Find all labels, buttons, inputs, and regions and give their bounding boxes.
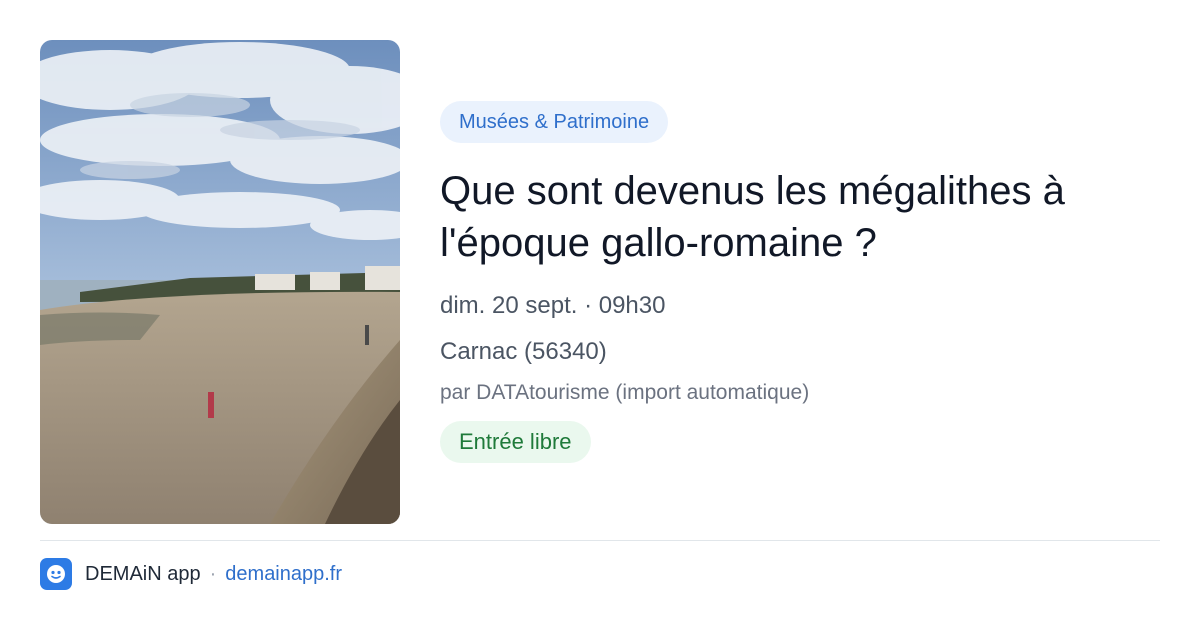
event-photo [40, 40, 400, 524]
event-date: dim. 20 sept. · 09h30 [440, 292, 666, 319]
demain-app-icon [40, 558, 72, 590]
category-badge[interactable]: Musées & Patrimoine [440, 101, 669, 143]
price-badge: Entrée libre [440, 421, 591, 463]
footer-divider [40, 540, 1160, 541]
app-url-link[interactable]: demainapp.fr [225, 563, 342, 586]
footer-separator: · [209, 562, 217, 585]
footer: DEMAiN app · demainapp.fr [40, 558, 342, 590]
event-source: par DATAtourisme (import automatique) [440, 381, 810, 404]
event-title[interactable]: Que sont devenus les mégalithes à l'époq… [440, 165, 1150, 269]
app-name: DEMAiN app [85, 562, 201, 585]
event-location: Carnac (56340) [440, 338, 607, 365]
event-info: Musées & Patrimoine Que sont devenus les… [440, 101, 1160, 463]
